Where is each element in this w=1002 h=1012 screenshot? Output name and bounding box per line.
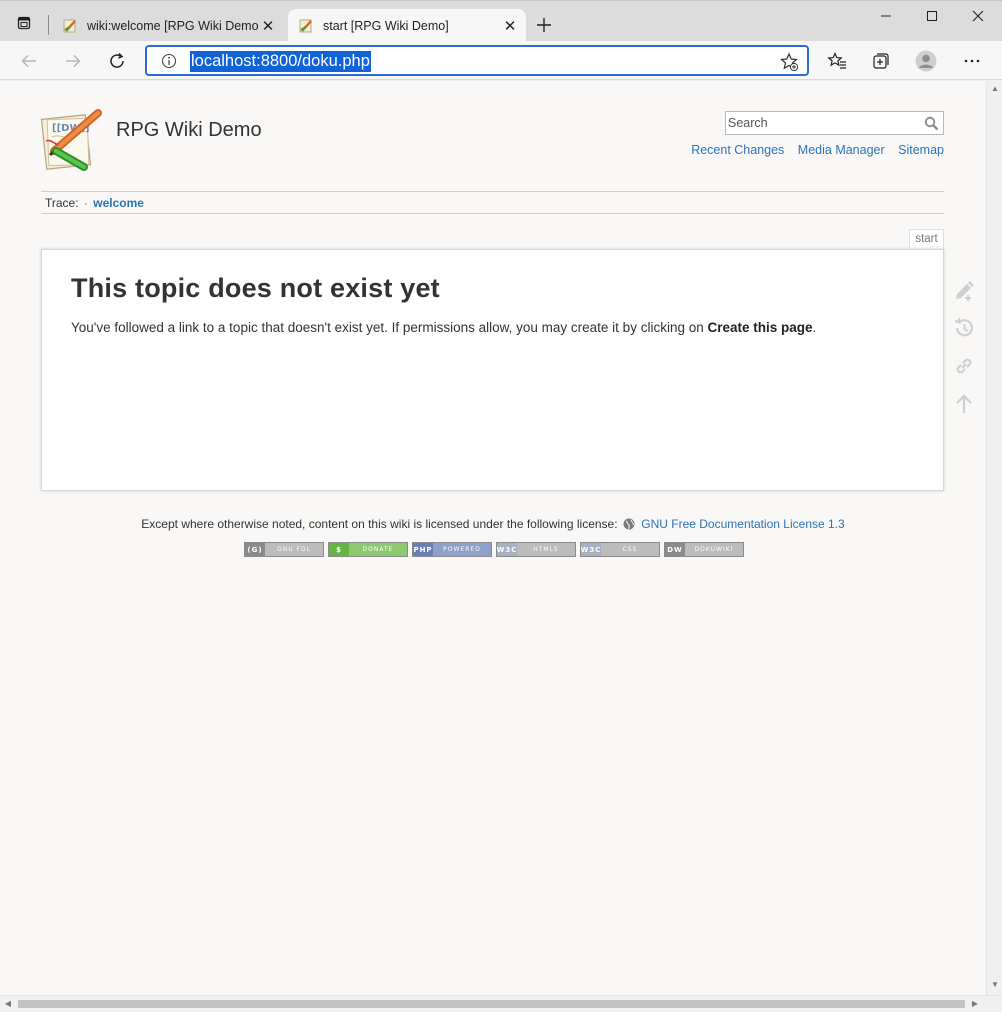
recent-changes-link[interactable]: Recent Changes (691, 143, 784, 157)
tab-start[interactable]: start [RPG Wiki Demo] ✕ (288, 9, 526, 42)
close-tab-icon[interactable]: ✕ (500, 16, 520, 36)
dokuwiki-favicon-icon (62, 18, 78, 34)
site-title[interactable]: RPG Wiki Demo (116, 119, 262, 142)
horizontal-scrollbar[interactable]: ◀ ▶ (0, 995, 1002, 1012)
refresh-icon[interactable] (105, 49, 129, 73)
breadcrumb-label: Trace: (45, 196, 79, 210)
site-tools: Recent Changes Media Manager Sitemap (681, 143, 944, 157)
back-icon[interactable] (17, 49, 41, 73)
tab-bar: wiki:welcome [RPG Wiki Demo] ✕ start [RP… (0, 0, 1002, 42)
backlinks-icon[interactable] (952, 354, 976, 378)
badge-text: CSS (601, 543, 659, 556)
message-text: You've followed a link to a topic that d… (71, 320, 708, 335)
gnu-fdl-badge[interactable]: (G) GNU FDL (244, 542, 324, 557)
badge-mark: DW (665, 543, 685, 556)
page-id: start (909, 229, 944, 249)
badge-mark: $ (329, 543, 349, 556)
vertical-scrollbar[interactable]: ▲ ▼ (986, 81, 1002, 995)
history-icon[interactable] (952, 316, 976, 340)
php-powered-badge[interactable]: PHP POWERED (412, 542, 492, 557)
tab-title: start [RPG Wiki Demo] (323, 18, 449, 33)
badge-text: DOKUWIKI (685, 543, 743, 556)
badge-text: POWERED (433, 543, 491, 556)
page-content: This topic does not exist yet You've fol… (41, 249, 944, 491)
back-to-top-icon[interactable] (952, 392, 976, 416)
sitemap-link[interactable]: Sitemap (898, 143, 944, 157)
donate-badge[interactable]: $ DONATE (328, 542, 408, 557)
more-icon[interactable] (961, 50, 983, 72)
minimize-icon[interactable] (863, 5, 909, 27)
globe-icon (623, 518, 635, 530)
badge-mark: W3C (581, 543, 601, 556)
url-text[interactable]: localhost:8800/doku.php (190, 51, 371, 72)
badge-mark: W3C (497, 543, 517, 556)
edit-icon[interactable] (952, 279, 976, 303)
divider (41, 213, 944, 214)
dokuwiki-badge[interactable]: DW DOKUWIKI (664, 542, 744, 557)
badge-mark: (G) (245, 543, 265, 556)
license-notice: Except where otherwise noted, content on… (0, 517, 986, 531)
search-input[interactable] (726, 112, 916, 134)
page-heading: This topic does not exist yet (71, 273, 440, 303)
new-tab-icon[interactable] (533, 14, 555, 36)
scrollbar-thumb[interactable] (18, 1000, 965, 1008)
scroll-down-icon[interactable]: ▼ (990, 980, 1000, 990)
scroll-right-icon[interactable]: ▶ (970, 999, 980, 1009)
tab-actions-icon[interactable] (12, 11, 36, 35)
divider (41, 191, 944, 192)
dokuwiki-favicon-icon (298, 18, 314, 34)
license-link[interactable]: GNU Free Documentation License 1.3 (641, 517, 844, 531)
address-bar[interactable]: localhost:8800/doku.php (145, 45, 809, 76)
close-tab-icon[interactable]: ✕ (258, 16, 278, 36)
media-manager-link[interactable]: Media Manager (798, 143, 885, 157)
search-icon[interactable] (924, 116, 939, 131)
tab-wiki-welcome[interactable]: wiki:welcome [RPG Wiki Demo] ✕ (52, 9, 284, 42)
create-page-text: Create this page (707, 320, 813, 335)
breadcrumb: Trace: · welcome (45, 196, 144, 210)
add-favorite-icon[interactable] (779, 52, 799, 72)
scroll-up-icon[interactable]: ▲ (990, 84, 1000, 94)
badge-text: GNU FDL (265, 543, 323, 556)
footer-badges: (G) GNU FDL $ DONATE PHP POWERED W3C HTML5 W… (244, 542, 744, 557)
dokuwiki-logo[interactable]: [[DW]] (40, 107, 106, 173)
breadcrumb-welcome-link[interactable]: welcome (93, 196, 144, 210)
close-window-icon[interactable] (955, 5, 1001, 27)
forward-icon[interactable] (61, 49, 85, 73)
info-icon[interactable] (161, 53, 177, 69)
browser-toolbar: localhost:8800/doku.php (0, 41, 1002, 80)
search-box (725, 111, 944, 135)
license-text: Except where otherwise noted, content on… (141, 517, 618, 531)
page-viewport: [[DW]] RPG Wiki Demo Recent Changes Medi… (0, 81, 986, 995)
badge-mark: PHP (413, 543, 433, 556)
page-message: You've followed a link to a topic that d… (71, 320, 816, 335)
breadcrumb-separator: · (83, 196, 88, 210)
message-end: . (812, 320, 817, 335)
collections-icon[interactable] (870, 50, 892, 72)
w3c-html5-badge[interactable]: W3C HTML5 (496, 542, 576, 557)
profile-icon[interactable] (915, 50, 937, 72)
scroll-left-icon[interactable]: ◀ (3, 999, 13, 1009)
tab-title: wiki:welcome [RPG Wiki Demo] (87, 18, 258, 33)
w3c-css-badge[interactable]: W3C CSS (580, 542, 660, 557)
maximize-icon[interactable] (909, 5, 955, 27)
badge-text: HTML5 (517, 543, 575, 556)
badge-text: DONATE (349, 543, 407, 556)
favorites-icon[interactable] (826, 50, 848, 72)
tab-separator (48, 15, 49, 35)
